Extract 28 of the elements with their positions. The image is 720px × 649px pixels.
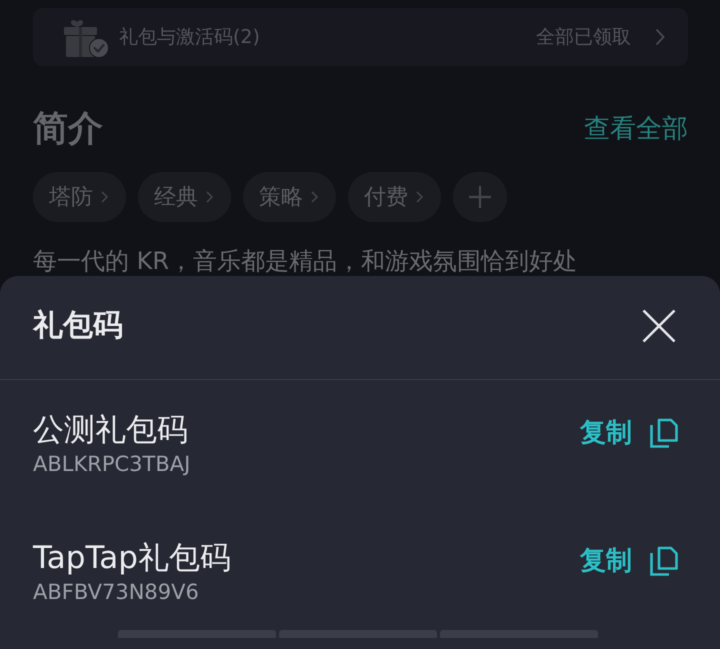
gift-code-card[interactable]: 礼包与激活码(2) 全部已领取 [33,8,688,66]
copy-button[interactable]: 复制 [580,415,678,450]
copy-icon [650,418,678,448]
tag-chip[interactable]: 经典 [138,172,231,222]
copy-button[interactable]: 复制 [580,543,678,578]
intro-text: 每一代的 KR，音乐都是精品，和游戏氛围恰到好处 [33,246,578,276]
gift-code-value: ABFBV73N89V6 [33,579,200,606]
chevron-right-icon [311,191,318,203]
chevron-right-icon [206,191,213,203]
copy-icon [650,546,678,576]
plus-icon [468,185,492,209]
claim-status: 全部已领取 [536,25,631,50]
tag-chip[interactable]: 策略 [243,172,336,222]
close-icon [642,308,676,342]
gift-code-name: TapTap礼包码 [33,539,231,578]
intro-heading: 简介 [33,108,103,150]
gift-code-name: 公测礼包码 [33,411,189,450]
sheet-title: 礼包码 [33,307,123,345]
chevron-right-icon [101,191,108,203]
tag-chip[interactable]: 付费 [348,172,441,222]
gift-code-title: 礼包与激活码(2) [119,25,260,50]
gift-check-icon [63,18,109,58]
gift-code-value: ABLKRPC3TBAJ [33,451,190,478]
chevron-right-icon [655,28,665,46]
view-all-link[interactable]: 查看全部 [584,110,688,146]
close-button[interactable] [642,308,676,342]
chevron-right-icon [416,191,423,203]
tag-chip[interactable]: 塔防 [33,172,126,222]
